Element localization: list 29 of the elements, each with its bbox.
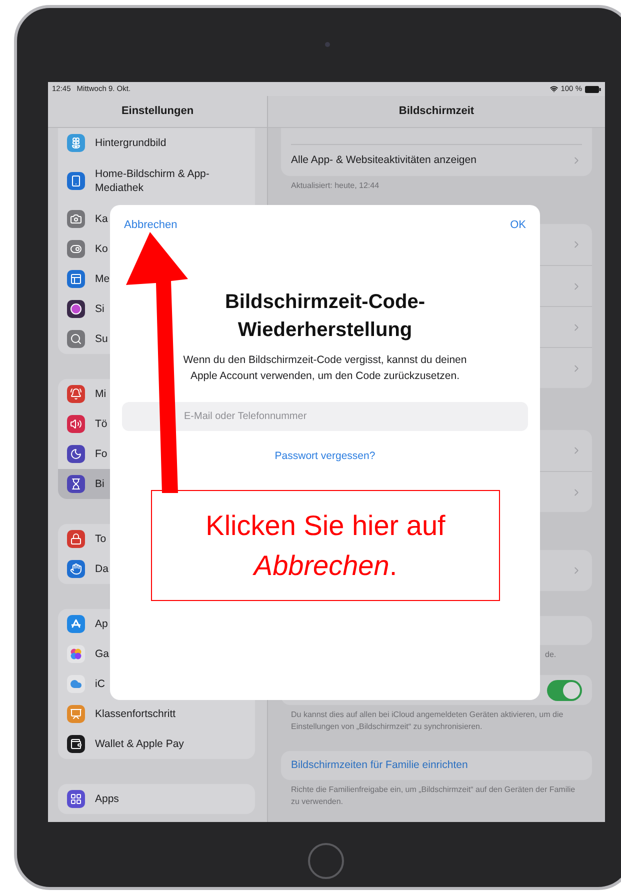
item-label: Si [95,302,104,316]
item-label: Su [95,332,108,346]
item-label: Ap [95,617,108,631]
item-label: Me [95,272,110,286]
callout-text: Klicken Sie hier auf Abbrechen. [204,508,446,582]
section-footer: de. [281,649,592,661]
dialog-message: Wenn du den Bildschirmzeit-Code vergisst, kannst du deinen Apple Account verwenden, um den Code zurückzusetzen. [182,352,468,384]
item-label: Ka [95,212,108,226]
item-label: To [95,532,106,546]
item-label: Da [95,562,108,576]
item-label: Apps [95,792,119,806]
item-label: Wallet & Apple Pay [95,737,184,751]
item-label: Ko [95,242,108,256]
section-footer: Aktualisiert: heute, 12:44 [281,180,592,192]
section-footer: Richte die Familienfreigabe ein, um „Bildschirmzeit“ auf den Geräten der Familie zu verwenden. [281,784,592,808]
section-footer: Du kannst dies auf allen bei iCloud angemeldeten Geräten aktivieren, um die Einstellungen von „Bildschirmzeit“ zu synchronisieren. [281,709,592,733]
dialog-title: Bildschirmzeit-Code-Wiederherstellung [224,290,426,342]
item-label: Hintergrundbild [95,136,166,150]
item-label: iC [95,677,105,691]
sidebar-title: Einstellungen [121,104,194,120]
row-label: Alle App- & Websiteaktivitäten anzeigen [291,152,476,168]
item-label: Home-Bildschirm & App-Mediathek [95,167,210,195]
item-label: Mi [95,387,106,401]
detail-title: Bildschirmzeit [398,104,474,120]
item-label: Klassenfortschritt [95,707,176,721]
item-label: Ga [95,647,110,661]
item-label: Fo [95,447,108,461]
item-label: Bi [95,477,104,491]
item-label: Tö [95,417,108,431]
